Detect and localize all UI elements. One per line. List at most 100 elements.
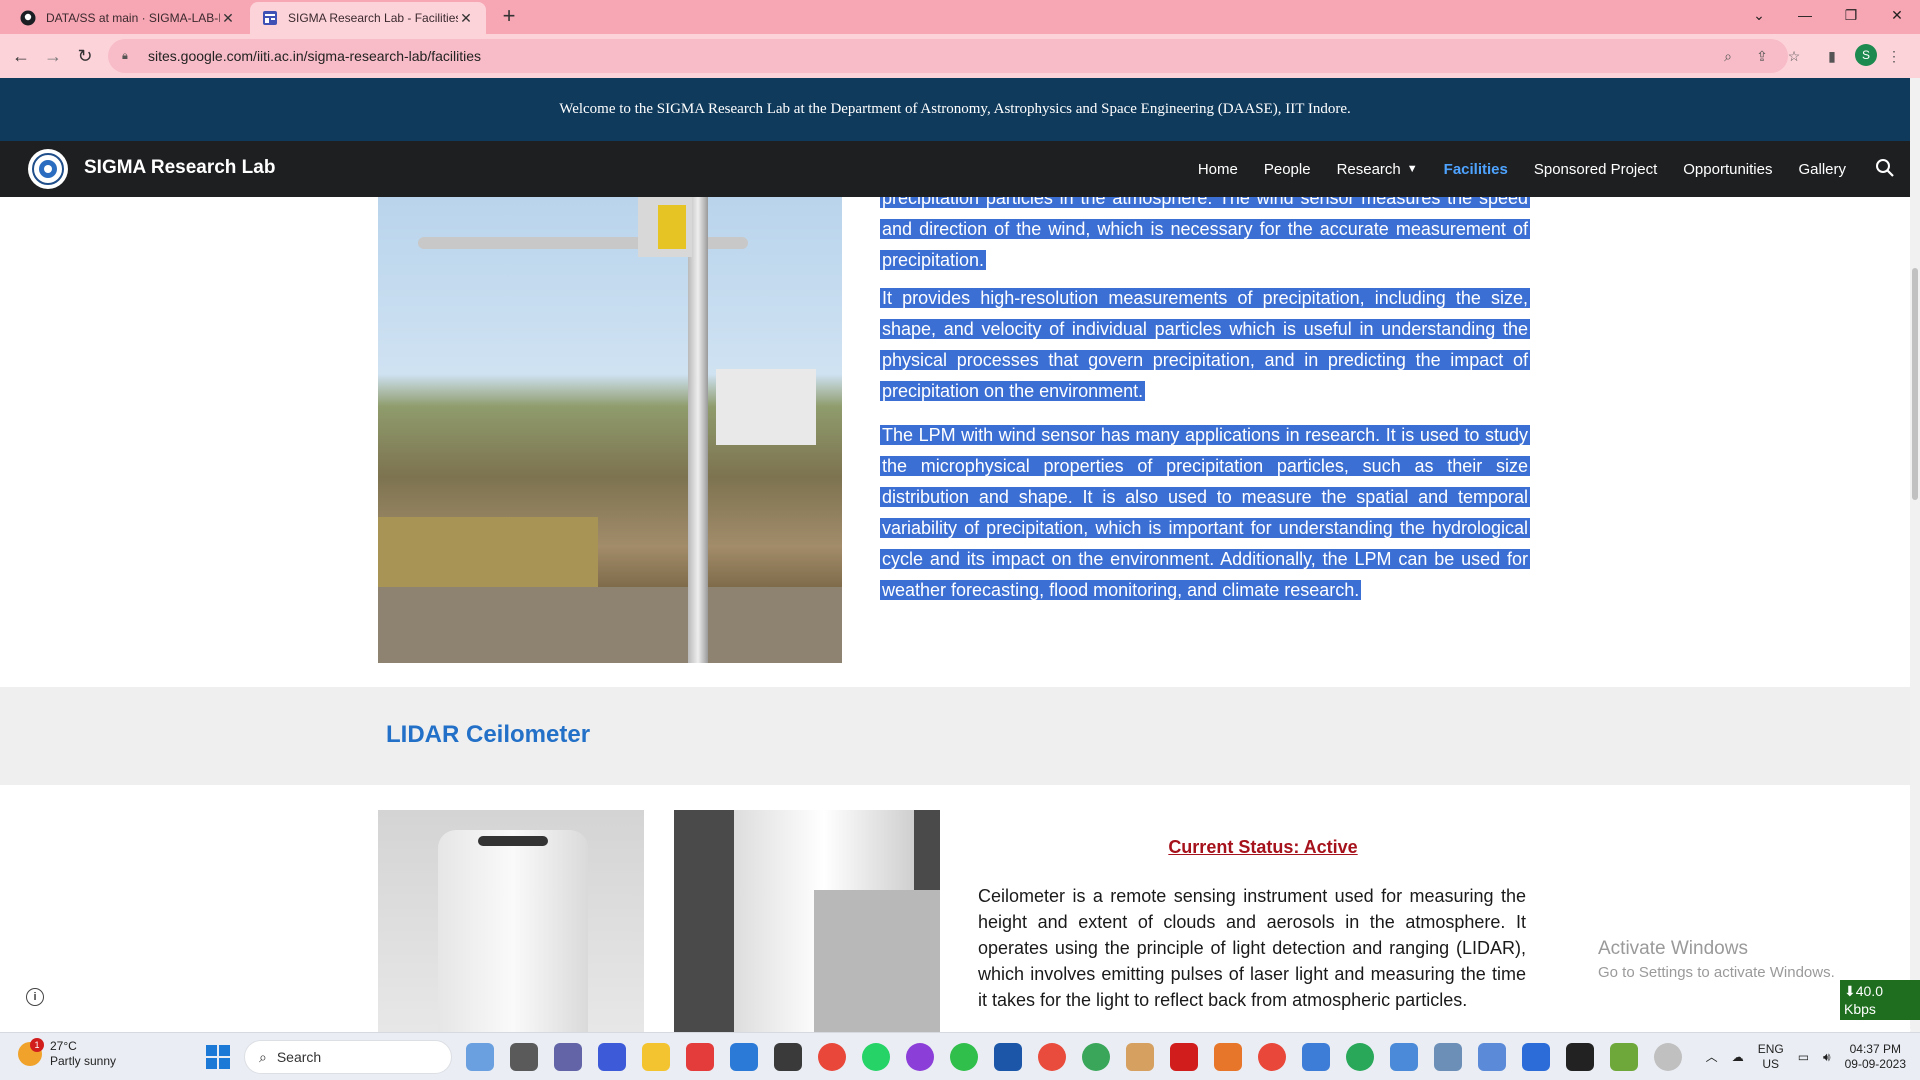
taskbar-search[interactable]: ⌕ Search [244,1040,452,1074]
windows-start-icon[interactable] [206,1045,230,1069]
lab-logo[interactable] [28,149,68,189]
taskbar-search-placeholder: Search [276,1049,322,1065]
photos-icon[interactable] [730,1043,758,1071]
lang-code: ENG [1757,1042,1784,1056]
chrome-profile-3-icon[interactable] [1082,1043,1110,1071]
system-tray: ︿ ☁ ENG US ▭ 🔊︎ 04:37 PM 09-09-2023 [1692,1033,1906,1080]
scrollbar-thumb[interactable] [1912,268,1918,500]
whatsapp-icon[interactable] [862,1043,890,1071]
app-icon[interactable] [1302,1043,1330,1071]
close-window-button[interactable]: ✕ [1874,0,1920,30]
lpm-paragraph-2: It provides high-resolution measurements… [880,288,1530,401]
side-panel-icon[interactable]: ▮ [1822,46,1842,66]
file-explorer-icon[interactable] [642,1043,670,1071]
network-speed-widget: ⬇40.0 Kbps ⬆4.2 Kbps [1840,980,1920,1035]
terminal-icon[interactable] [774,1043,802,1071]
github-icon [20,10,36,26]
main-nav: Home People Research ▼ Facilities Sponso… [1172,141,1846,197]
download-speed: ⬇40.0 Kbps [1844,983,1883,1017]
share-icon[interactable]: ⇪ [1752,46,1772,66]
site-title[interactable]: SIGMA Research Lab [84,157,275,179]
new-tab-button[interactable]: + [496,5,522,29]
network-icon[interactable]: ▭ [1798,1050,1809,1065]
tab-title: DATA/SS at main · SIGMA-LAB-IIT [46,11,220,25]
windows-taskbar: 1 27°C Partly sunny ⌕ Search ︿ ☁ ENG US … [0,1032,1920,1080]
chrome-profile-icon[interactable] [906,1043,934,1071]
close-tab-icon[interactable]: ✕ [458,10,474,27]
url-text: sites.google.com/iiti.ac.in/sigma-resear… [148,48,482,64]
nav-gallery[interactable]: Gallery [1798,161,1846,178]
clock-time: 04:37 PM [1849,1042,1901,1056]
task-view-icon[interactable] [466,1043,494,1071]
remote-desktop-icon[interactable] [1390,1043,1418,1071]
lpm-sensor-photo [378,197,842,663]
activate-subtitle: Go to Settings to activate Windows. [1598,964,1835,981]
nav-home[interactable]: Home [1198,161,1238,178]
ceilometer-photo-1 [378,810,644,1032]
language-indicator[interactable]: ENG US [1758,1042,1784,1072]
tab-sigma-facilities[interactable]: SIGMA Research Lab - Facilities ✕ [250,2,486,34]
announcement-banner: Welcome to the SIGMA Research Lab at the… [0,78,1910,141]
weather-widget[interactable]: 1 27°C Partly sunny [18,1038,117,1069]
site-header: SIGMA Research Lab Home People Research … [0,141,1910,197]
onedrive-icon[interactable]: ☁ [1732,1050,1744,1065]
zoom-search-icon[interactable]: ⌕ [1718,46,1738,66]
chrome-active-icon[interactable] [1346,1043,1374,1071]
tray-overflow-icon[interactable]: ︿ [1706,1050,1718,1065]
browser-toolbar: ← → ↻ 🔒︎ sites.google.com/iiti.ac.in/sig… [0,34,1920,78]
word-icon[interactable] [994,1043,1022,1071]
activate-title: Activate Windows [1598,938,1748,959]
cmd-icon[interactable] [1566,1043,1594,1071]
ceilometer-description: Ceilometer is a remote sensing instrumen… [978,886,1526,1010]
scrollbar-track[interactable] [1910,78,1920,1032]
info-icon[interactable]: i [26,988,44,1006]
reload-icon[interactable]: ↻ [72,43,98,69]
nav-research[interactable]: Research ▼ [1337,161,1418,178]
google-sites-icon [262,10,278,26]
notepad-icon[interactable] [1522,1043,1550,1071]
address-bar[interactable]: 🔒︎ sites.google.com/iiti.ac.in/sigma-res… [108,39,1788,73]
widgets-icon[interactable] [510,1043,538,1071]
restore-button[interactable]: ❐ [1828,0,1874,30]
acrobat-icon[interactable] [1170,1043,1198,1071]
forward-icon[interactable]: → [40,43,66,69]
weather-temp: 27°C [50,1039,77,1053]
java-icon[interactable] [1126,1043,1154,1071]
close-tab-icon[interactable]: ✕ [220,10,236,27]
nav-research-label: Research [1336,160,1401,178]
nav-sponsored-project[interactable]: Sponsored Project [1534,161,1657,178]
menu-kebab-icon[interactable]: ⋮ [1884,46,1904,66]
weather-desc: Partly sunny [50,1054,117,1068]
tab-search-icon[interactable]: ⌄ [1736,0,1782,30]
profile-avatar[interactable]: S [1855,44,1877,66]
chart-app-icon[interactable] [1434,1043,1462,1071]
search-icon[interactable] [1874,157,1896,179]
refresh-app-icon[interactable] [950,1043,978,1071]
lock-icon: 🔒︎ [122,49,128,62]
bookmark-star-icon[interactable]: ☆ [1784,46,1804,66]
nav-facilities[interactable]: Facilities [1444,161,1508,178]
nav-people[interactable]: People [1264,161,1311,178]
search-icon: ⌕ [259,1048,267,1065]
volume-icon[interactable]: 🔊︎ [1823,1050,1831,1065]
editor-icon[interactable] [1610,1043,1638,1071]
activate-windows-watermark: Activate Windows Go to Settings to activ… [1598,938,1835,981]
image-viewer-icon[interactable] [1478,1043,1506,1071]
chrome-icon[interactable] [818,1043,846,1071]
announcement-text: Welcome to the SIGMA Research Lab at the… [559,101,1351,117]
tab-github[interactable]: DATA/SS at main · SIGMA-LAB-IIT ✕ [8,2,248,34]
back-icon[interactable]: ← [8,43,34,69]
clock-app-icon[interactable] [1654,1043,1682,1071]
teams-icon[interactable] [554,1043,582,1071]
clock[interactable]: 04:37 PM 09-09-2023 [1845,1042,1906,1072]
minimize-button[interactable]: — [1782,0,1828,30]
chevron-down-icon: ▼ [1406,163,1418,175]
matlab-icon[interactable] [1214,1043,1242,1071]
nav-opportunities[interactable]: Opportunities [1683,161,1772,178]
powershell-icon[interactable] [598,1043,626,1071]
browser-tab-bar: DATA/SS at main · SIGMA-LAB-IIT ✕ SIGMA … [0,0,1920,34]
anydesk-icon[interactable] [686,1043,714,1071]
chrome-profile-4-icon[interactable] [1258,1043,1286,1071]
chrome-profile-2-icon[interactable] [1038,1043,1066,1071]
section-title-lidar: LIDAR Ceilometer [386,721,591,748]
